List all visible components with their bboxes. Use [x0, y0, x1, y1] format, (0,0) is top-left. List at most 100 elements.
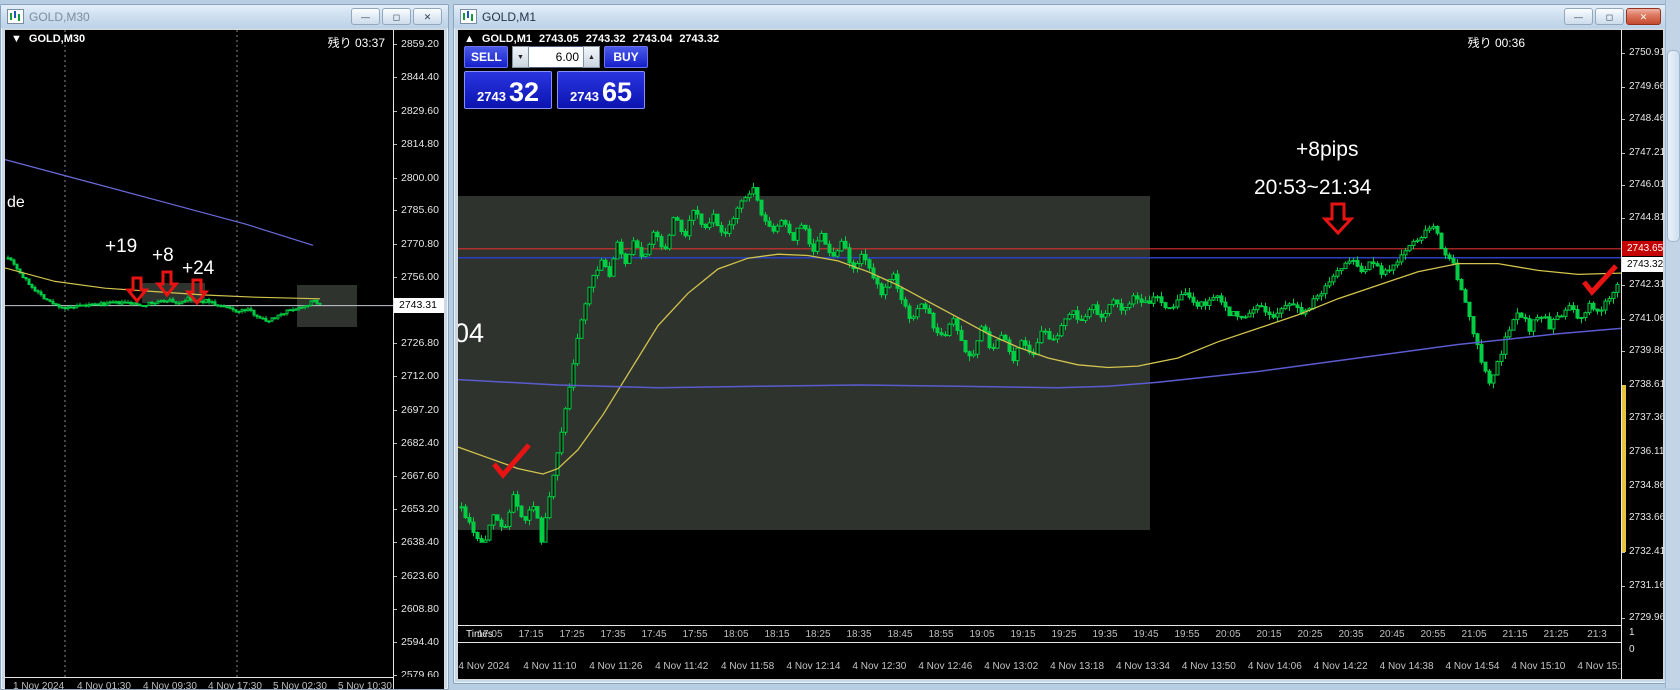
time-tick-label: 17:55	[682, 629, 708, 640]
date-tick-label: 4 Nov 14:38	[1379, 661, 1434, 672]
time-tick-label: 18:35	[846, 629, 872, 640]
price-tick-label: 2667.60	[394, 470, 439, 482]
chart-annotation: 20:53~21:34	[1254, 176, 1372, 199]
date-tick-label: 4 Nov 2024	[458, 661, 510, 672]
maximize-button[interactable]: ◻	[382, 8, 411, 25]
price-tick-label: 2800.00	[394, 172, 439, 184]
date-tick-label: 4 Nov 12:14	[786, 661, 841, 672]
price-tick-label: 2736.11	[1622, 446, 1663, 458]
sell-button[interactable]: SELL	[464, 46, 508, 68]
date-tick-label: 4 Nov 13:18	[1050, 661, 1105, 672]
left-time-axis: 1 Nov 2024 4 Nov 01:30 4 Nov 09:30 4 Nov 17…	[5, 677, 394, 689]
window-gold-m1: GOLD,M1 — ◻ ✕ ▲ GOLD,M1 2743.05 2743.32 …	[453, 4, 1668, 684]
time-tick-label: 17:05	[477, 629, 503, 640]
buy-button[interactable]: BUY	[604, 46, 648, 68]
buy-price-button[interactable]: 2743 65	[557, 71, 645, 109]
volume-increase-button[interactable]: ▲	[583, 46, 600, 68]
current-price-box: 2743.65	[1622, 240, 1663, 256]
price-tick-label: 2623.60	[394, 570, 439, 582]
price-tick-label: 2785.60	[394, 204, 439, 216]
right-chart-plot[interactable]: ▲ GOLD,M1 2743.05 2743.32 2743.04 2743.3…	[458, 30, 1622, 625]
ma-blue	[5, 159, 314, 246]
close-button[interactable]: ✕	[1626, 8, 1661, 25]
time-tick-label: 19:15	[1010, 629, 1036, 640]
right-chart-client: ▲ GOLD,M1 2743.05 2743.32 2743.04 2743.3…	[457, 29, 1664, 680]
price-tick-label: 2770.80	[394, 238, 439, 250]
price-tick-label: 2712.00	[394, 370, 439, 382]
date-tick-label: 4 Nov 13:50	[1181, 661, 1236, 672]
price-tick-label: 2756.00	[394, 271, 439, 283]
price-tick-label: 2742.31	[1622, 279, 1663, 291]
time-tick-label: 18:15	[764, 629, 790, 640]
price-tick-label: 2608.80	[394, 603, 439, 615]
indicator-scale-min: 0	[1629, 644, 1635, 655]
date-tick-label: 4 Nov 11:26	[589, 661, 643, 672]
GOLD,M1-candles	[458, 182, 1621, 545]
scrollbar-thumb[interactable]	[1667, 50, 1680, 242]
left-chart-timer: 残り 03:37	[327, 36, 385, 50]
date-tick-label: 4 Nov 13:34	[1116, 661, 1170, 672]
date-tick-label: 4 Nov 11:10	[523, 661, 577, 672]
ohlc-high: 2743.32	[585, 33, 626, 45]
red-check-icon	[1582, 264, 1618, 296]
bid-price-fraction: 32	[508, 77, 539, 107]
time-tick-label: 20:25	[1297, 629, 1323, 640]
date-tick-label: 4 Nov 11:58	[721, 661, 775, 672]
minimize-button[interactable]: —	[351, 8, 380, 25]
ask-price-fraction: 65	[601, 77, 632, 107]
price-tick-label: 2750.91	[1622, 47, 1663, 59]
volume-input[interactable]	[529, 46, 583, 68]
chart-window-icon	[460, 9, 477, 24]
ask-price-main: 2743	[570, 89, 599, 104]
price-tick-label: 2738.61	[1622, 379, 1663, 391]
left-window-title: GOLD,M30	[29, 9, 90, 24]
time-tick-label: 21:15	[1502, 629, 1528, 640]
right-titlebar[interactable]: GOLD,M1 — ◻ ✕	[454, 5, 1667, 28]
chevron-up-icon: ▲	[588, 53, 595, 61]
red-down-arrow-icon	[1321, 202, 1355, 236]
time-tick-label: 17:35	[600, 629, 626, 640]
time-tick-label: 18:05	[723, 629, 749, 640]
workspace-scrollbar[interactable]	[1665, 0, 1680, 688]
current-price-box: 2743.32	[1622, 256, 1663, 272]
window-gold-m30: GOLD,M30 — ◻ ✕ ▼ GOLD,M30 残り 03:37 +19 +8…	[0, 4, 449, 690]
date-tick-label: 4 Nov 14:06	[1247, 661, 1302, 672]
bid-price-main: 2743	[477, 89, 506, 104]
date-tick-label: 4 Nov 12:30	[852, 661, 907, 672]
maximize-button[interactable]: ◻	[1595, 8, 1624, 25]
time-tick-label: 21:25	[1543, 629, 1569, 640]
date-tick-label: 4 Nov 11:42	[655, 661, 709, 672]
left-titlebar[interactable]: GOLD,M30 — ◻ ✕	[1, 5, 448, 28]
price-tick-label: 2737.36	[1622, 412, 1663, 424]
left-chart-plot[interactable]: ▼ GOLD,M30 残り 03:37 +19 +8 +24 de	[5, 30, 394, 677]
volume-decrease-button[interactable]: ▼	[512, 46, 529, 68]
time-tick-label: 20:15	[1256, 629, 1282, 640]
price-tick-label: 2814.80	[394, 138, 439, 150]
sell-price-button[interactable]: 2743 32	[464, 71, 552, 109]
price-tick-label: 2746.01	[1622, 179, 1663, 191]
chart-annotation: de	[7, 194, 25, 211]
time-tick-label: 21:05	[1461, 629, 1487, 640]
price-tick-label: 2653.20	[394, 503, 439, 515]
left-chart-symbol-label: ▼ GOLD,M30	[11, 33, 86, 45]
price-tick-label: 2744.81	[1622, 212, 1663, 224]
left-chart-client: ▼ GOLD,M30 残り 03:37 +19 +8 +24 de 2859.20 28…	[4, 29, 445, 689]
time-tick-label: 18:45	[887, 629, 913, 640]
price-tick-label: 2739.86	[1622, 345, 1663, 357]
right-price-axis: 2750.91 2749.66 2748.46 2747.21 2746.01 2744.…	[1622, 30, 1663, 625]
date-tick-label: 4 Nov 14:22	[1313, 661, 1368, 672]
one-click-trading-panel: SELL ▼ ▲ BUY 2743 32	[464, 46, 648, 109]
right-chart-timer: 残り 00:36	[1467, 36, 1525, 50]
time-tick-label: 17:25	[559, 629, 585, 640]
date-tick-label: 4 Nov 15:26	[1577, 661, 1621, 672]
price-tick-label: 2594.40	[394, 636, 439, 648]
ohlc-low: 2743.04	[632, 33, 673, 45]
GOLD,M30-candles	[5, 30, 393, 677]
price-tick-label: 2748.46	[1622, 113, 1663, 125]
price-tick-label: 2859.20	[394, 38, 439, 50]
minimize-button[interactable]: —	[1564, 8, 1593, 25]
close-button[interactable]: ✕	[413, 8, 442, 25]
date-tick-label: 4 Nov 15:10	[1511, 661, 1566, 672]
price-tick-label: 2734.86	[1622, 480, 1663, 492]
ohlc-open: 2743.05	[539, 33, 579, 45]
